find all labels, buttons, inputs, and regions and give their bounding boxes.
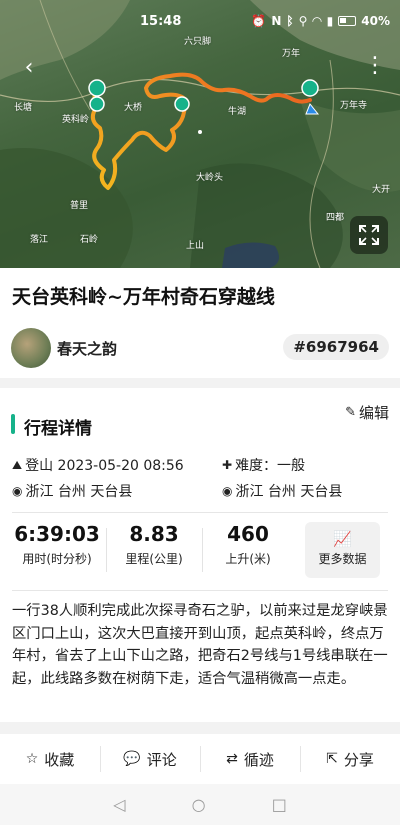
divider xyxy=(12,512,388,513)
start-location: ◉ 浙江 台州 天台县 xyxy=(12,481,132,501)
route-description: 一行38人顺利完成此次探寻奇石之驴，以前来过是龙穿峡景区门口上山，这次大巴直接开… xyxy=(12,603,388,687)
section-gap xyxy=(0,722,400,734)
more-data-label: 更多数据 xyxy=(318,552,367,566)
ascent-label: 上升(米) xyxy=(225,552,271,566)
duration-value: 6:39:03 xyxy=(14,522,100,546)
map-label: 落江 xyxy=(30,235,49,245)
stat-ascent: 460 上升(米) xyxy=(206,522,290,567)
duration-label: 用时(时分秒) xyxy=(22,552,92,566)
stat-separator xyxy=(106,528,107,572)
follow-track-button[interactable]: ⇄ 循迹 xyxy=(200,734,300,784)
start-location-text: 浙江 台州 天台县 xyxy=(25,484,133,500)
share-label: 分享 xyxy=(343,750,374,769)
activity-text: 登山 2023-05-20 08:56 xyxy=(25,458,184,474)
share-button[interactable]: ⇱ 分享 xyxy=(300,734,400,784)
favorite-label: 收藏 xyxy=(44,750,75,769)
more-data-button[interactable]: 📈 更多数据 xyxy=(305,522,380,578)
distance-label: 里程(公里) xyxy=(125,552,183,566)
fullscreen-button[interactable] xyxy=(350,216,388,254)
mountain-icon: ⛰ xyxy=(12,457,23,472)
system-nav-bar: ◁ ○ □ xyxy=(0,784,400,825)
route-title: 天台英科岭~万年村奇石穿越线 xyxy=(12,286,275,308)
map-label: 四都 xyxy=(326,213,345,223)
section-accent-bar xyxy=(11,414,15,434)
back-button[interactable]: ‹ xyxy=(12,50,46,84)
battery-percent: 40% xyxy=(361,14,390,28)
map-label: 上山 xyxy=(186,241,205,251)
map-label: 石岭 xyxy=(80,235,99,245)
stat-separator xyxy=(202,528,203,572)
wifi-icon: ◠ xyxy=(312,14,322,28)
edit-button[interactable]: ✎ 编辑 xyxy=(345,402,389,423)
chevron-left-icon: ‹ xyxy=(24,54,34,80)
status-bar: 15:48 ⏰ N ᛒ ⚲ ◠ ▮ 40% xyxy=(0,0,400,44)
nav-back-icon[interactable]: ◁ xyxy=(113,795,125,814)
chart-icon: 📈 xyxy=(333,530,352,548)
status-time: 15:48 xyxy=(140,14,182,29)
puzzle-icon: ✚ xyxy=(222,458,233,472)
divider xyxy=(12,590,388,591)
map-label: 长塘 xyxy=(14,103,33,113)
route-map[interactable]: 六只脚 万年 牛湖 英科岭 大桥 万年寺 大岭头 普里 长塘 石岭 四都 落江 … xyxy=(0,0,400,268)
comment-button[interactable]: 💬 评论 xyxy=(100,734,200,784)
map-label: 万年 xyxy=(282,49,301,59)
status-icons: ⏰ N ᛒ ⚲ ◠ ▮ 40% xyxy=(251,14,390,28)
difficulty-info: ✚ 难度：一般 xyxy=(222,455,305,475)
track-icon: ⇄ xyxy=(226,751,238,767)
star-icon: ☆ xyxy=(25,751,39,767)
map-label: 英科岭 xyxy=(62,115,90,125)
action-bar: ☆ 收藏 💬 评论 ⇄ 循迹 ⇱ 分享 xyxy=(0,734,400,784)
map-label: 牛湖 xyxy=(228,107,247,117)
edit-label: 编辑 xyxy=(358,404,389,422)
nfc-icon: N xyxy=(271,14,282,28)
more-options-button[interactable]: ⋮ xyxy=(358,48,392,82)
edit-icon: ✎ xyxy=(345,405,356,420)
follow-track-label: 循迹 xyxy=(243,750,274,769)
location-icon: ⚲ xyxy=(298,14,308,28)
end-location-text: 浙江 台州 天台县 xyxy=(235,484,343,500)
difficulty-text: 难度：一般 xyxy=(235,458,306,474)
map-label: 大开 xyxy=(372,185,391,195)
title-area: 天台英科岭~万年村奇石穿越线 xyxy=(0,268,400,318)
map-label: 普里 xyxy=(70,201,89,211)
alarm-icon: ⏰ xyxy=(251,14,267,28)
avatar[interactable] xyxy=(11,328,51,368)
bluetooth-icon: ᛒ xyxy=(286,14,294,28)
activity-info: ⛰ 登山 2023-05-20 08:56 xyxy=(12,455,184,475)
map-label: 大岭头 xyxy=(196,173,224,183)
map-label: 大桥 xyxy=(124,103,143,113)
favorite-button[interactable]: ☆ 收藏 xyxy=(0,734,100,784)
end-location: ◉ 浙江 台州 天台县 xyxy=(222,481,342,501)
stat-duration: 6:39:03 用时(时分秒) xyxy=(12,522,102,567)
nav-recents-icon[interactable]: □ xyxy=(272,795,287,814)
location-pin-icon: ◉ xyxy=(222,484,233,498)
ascent-value: 460 xyxy=(227,522,269,546)
route-id-badge[interactable]: #6967964 xyxy=(283,334,389,360)
more-vertical-icon: ⋮ xyxy=(364,52,386,78)
comment-label: 评论 xyxy=(146,750,177,769)
share-icon: ⇱ xyxy=(326,751,338,767)
section-title: 行程详情 xyxy=(24,419,92,439)
signal-icon: ▮ xyxy=(326,14,334,28)
author-name[interactable]: 春天之韵 xyxy=(57,338,117,359)
expand-icon xyxy=(359,225,379,245)
section-gap xyxy=(0,378,400,388)
stat-distance: 8.83 里程(公里) xyxy=(110,522,198,567)
distance-value: 8.83 xyxy=(129,522,179,546)
map-label: 万年寺 xyxy=(340,101,368,111)
author-row[interactable]: 春天之韵 #6967964 xyxy=(0,318,400,376)
battery-icon xyxy=(338,16,357,26)
comment-icon: 💬 xyxy=(123,751,141,767)
stats-row: 6:39:03 用时(时分秒) 8.83 里程(公里) 460 上升(米) 📈 … xyxy=(0,522,400,584)
nav-home-icon[interactable]: ○ xyxy=(192,795,206,814)
location-pin-icon: ◉ xyxy=(12,484,23,498)
